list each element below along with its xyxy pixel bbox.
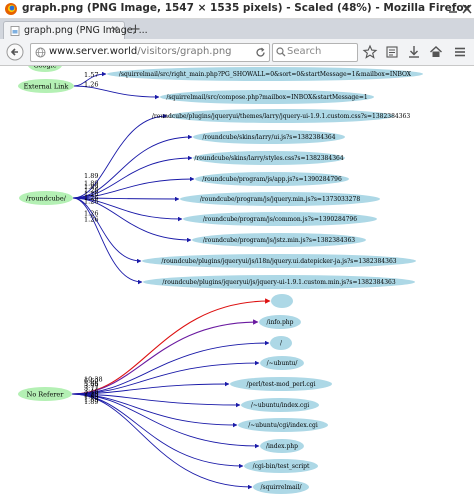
search-box[interactable]: Search <box>272 43 358 62</box>
tab-graph-png[interactable]: graph.png (PNG Image, ... × <box>3 21 148 40</box>
close-window-icon[interactable] <box>460 2 474 16</box>
source-node-label: /roundcube/ <box>26 194 67 202</box>
source-node-label: External Link <box>24 82 69 90</box>
edge-weight-label: 1.26 <box>84 80 98 88</box>
reload-icon[interactable] <box>255 47 266 58</box>
url-host: www.server.world <box>49 46 138 57</box>
edge-weight-label: 1.57 <box>84 71 98 79</box>
source-node-label: Google <box>33 66 56 69</box>
menu-icon[interactable] <box>452 43 468 61</box>
edge-weight-label: 1.26 <box>84 215 98 223</box>
target-node-label: /roundcube/skins/larry/ui.js?s=138238436… <box>202 134 335 141</box>
target-node-label: /~ubuntu/ <box>267 360 299 367</box>
tab-close-icon[interactable]: × <box>111 24 119 35</box>
graph-edge <box>71 393 253 490</box>
minimize-icon[interactable] <box>446 2 460 16</box>
search-icon <box>276 47 286 57</box>
new-tab-button[interactable]: + <box>130 22 141 37</box>
target-node-label: /cgi-bin/test_script <box>253 463 310 470</box>
url-path: /visitors/graph.png <box>137 46 232 57</box>
target-node-label: /info.php <box>267 319 294 326</box>
target-node-label: /~ubuntu/cgi/index.cgi <box>248 422 318 429</box>
reading-list-icon[interactable] <box>384 43 400 61</box>
graph-edge <box>72 197 142 264</box>
target-node-label: /roundcube/plugins/jqueryui/js/jquery-ui… <box>162 279 396 286</box>
url-bar[interactable]: www.server.world/visitors/graph.png <box>30 43 270 62</box>
target-node <box>271 294 293 308</box>
tab-strip: graph.png (PNG Image, ... × + <box>0 19 474 40</box>
edge-weight-label: 1.26 <box>84 197 98 205</box>
globe-icon <box>35 47 46 58</box>
target-node-label: /~ubuntu/index.cgi <box>251 402 309 409</box>
image-viewport: Google External Link 1.57/squirrelmail/src… <box>0 66 474 498</box>
url-text: www.server.world/visitors/graph.png <box>49 46 232 57</box>
target-node-label: /roundcube/plugins/jqueryui/themes/larry… <box>152 113 411 120</box>
bookmark-star-icon[interactable] <box>362 43 378 61</box>
target-node-label: /roundcube/program/js/common.js?s=139028… <box>203 216 357 223</box>
image-file-icon <box>10 26 20 36</box>
navigation-toolbar: www.server.world/visitors/graph.png Sear… <box>0 39 474 66</box>
source-node-label: No Referer <box>27 390 65 398</box>
target-node-label: /roundcube/program/js/jquery.min.js?s=13… <box>200 196 360 203</box>
home-icon[interactable] <box>428 43 444 61</box>
target-node-label: /squirrelmail/src/compose.php?mailbox=IN… <box>166 94 367 101</box>
window-titlebar: graph.png (PNG Image, 1547 × 1535 pixels… <box>0 0 474 19</box>
window-title: graph.png (PNG Image, 1547 × 1535 pixels… <box>22 2 471 14</box>
target-node-label: /squirrelmail/ <box>260 484 302 491</box>
target-node-label: /roundcube/skins/larry/styles.css?s=1382… <box>194 155 343 162</box>
firefox-icon <box>5 3 17 15</box>
download-icon[interactable] <box>406 43 422 61</box>
target-node-label: /roundcube/plugins/jqueryui/js/i18n/jque… <box>161 258 396 265</box>
target-node-label: /index.php <box>266 443 298 450</box>
target-node-label: /perl/test-mod_perl.cgi <box>246 381 315 388</box>
target-node-label: /roundcube/program/js/jstz.min.js?s=1382… <box>203 237 355 244</box>
visitor-graph: Google External Link 1.57/squirrelmail/src… <box>18 66 423 494</box>
target-node-label: /roundcube/program/js/app.js?s=139028479… <box>202 176 342 183</box>
target-node-label: /squirrelmail/src/right_main.php?PG_SHOW… <box>119 71 412 78</box>
back-button[interactable] <box>6 43 24 61</box>
edge-weight-label: 1.89 <box>84 398 98 406</box>
search-input[interactable]: Search <box>287 46 321 57</box>
